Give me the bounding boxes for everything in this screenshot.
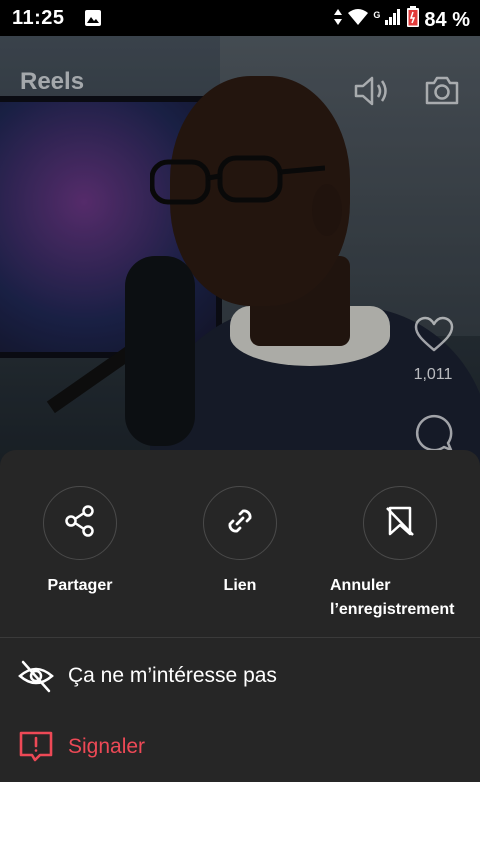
sound-icon[interactable] bbox=[352, 72, 390, 115]
heart-icon[interactable] bbox=[414, 316, 454, 359]
status-bar: 11:25 G 84 % bbox=[0, 0, 480, 36]
battery-icon bbox=[406, 6, 420, 34]
unsave-icon bbox=[383, 504, 417, 543]
unsave-label: Annuler l’enregistrement bbox=[330, 577, 455, 618]
reels-title: Reels bbox=[20, 68, 85, 95]
share-action[interactable]: Partager bbox=[0, 486, 160, 598]
report-option[interactable]: Signaler bbox=[0, 717, 480, 777]
camera-icon[interactable] bbox=[424, 72, 460, 113]
sheet-divider bbox=[0, 637, 480, 638]
unsave-action[interactable]: Annuler l’enregistrement bbox=[320, 486, 480, 622]
link-action[interactable]: Lien bbox=[160, 486, 320, 598]
eye-off-icon bbox=[18, 658, 54, 694]
image-notification-icon bbox=[84, 9, 102, 32]
share-button[interactable] bbox=[43, 486, 117, 560]
unsave-button[interactable] bbox=[363, 486, 437, 560]
status-time: 11:25 bbox=[12, 7, 65, 29]
not-interested-option[interactable]: Ça ne m’intéresse pas bbox=[0, 646, 480, 706]
share-icon bbox=[63, 504, 97, 543]
link-label: Lien bbox=[223, 577, 257, 594]
signal-icon bbox=[384, 8, 402, 32]
options-sheet: Partager Lien Annuler l’enregistrement Ç… bbox=[0, 450, 480, 782]
report-icon bbox=[18, 729, 54, 765]
report-label: Signaler bbox=[68, 735, 146, 758]
reel-video[interactable] bbox=[0, 36, 480, 486]
battery-percent: 84 % bbox=[424, 8, 470, 31]
link-icon bbox=[223, 504, 257, 543]
data-arrows-icon bbox=[333, 8, 343, 32]
not-interested-label: Ça ne m’intéresse pas bbox=[68, 664, 277, 687]
status-indicators: G 84 % bbox=[333, 6, 470, 34]
wifi-icon bbox=[347, 8, 369, 32]
link-button[interactable] bbox=[203, 486, 277, 560]
network-type-label: G bbox=[373, 10, 381, 20]
like-count: 1,011 bbox=[413, 366, 453, 383]
share-label: Partager bbox=[47, 577, 113, 594]
